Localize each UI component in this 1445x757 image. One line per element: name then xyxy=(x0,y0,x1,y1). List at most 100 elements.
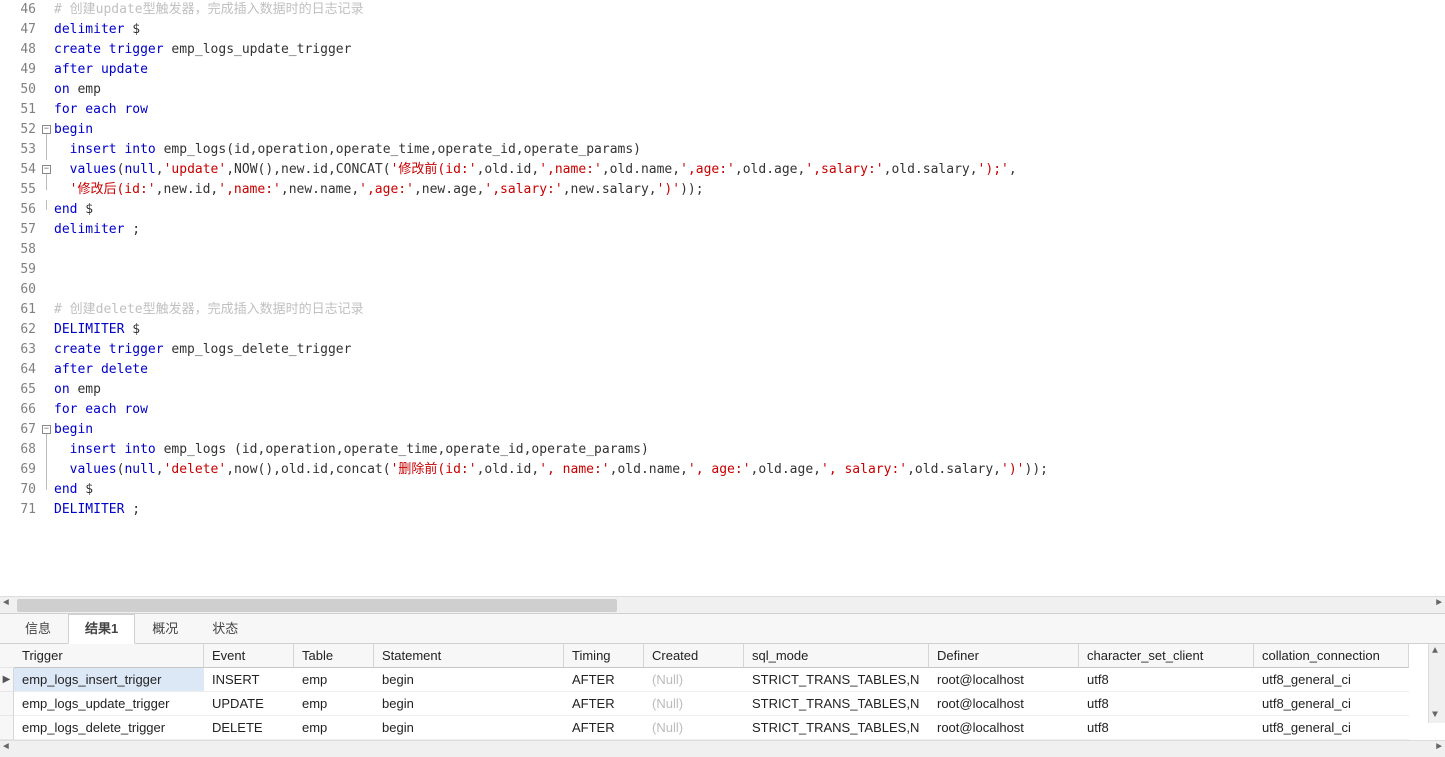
grid-vertical-scrollbar[interactable] xyxy=(1428,644,1445,723)
column-header[interactable]: Statement xyxy=(374,644,564,668)
code-line[interactable]: insert into emp_logs(id,operation,operat… xyxy=(54,140,1445,160)
code-line[interactable]: for each row xyxy=(54,100,1445,120)
code-line[interactable]: insert into emp_logs (id,operation,opera… xyxy=(54,440,1445,460)
grid-cell[interactable]: STRICT_TRANS_TABLES,N xyxy=(744,692,929,716)
code-token: for each row xyxy=(54,402,148,417)
grid-cell[interactable]: INSERT xyxy=(204,668,294,692)
editor-horizontal-scrollbar[interactable]: ► xyxy=(0,596,1445,613)
grid-horizontal-scrollbar[interactable] xyxy=(0,740,1445,757)
code-line[interactable]: end $ xyxy=(54,200,1445,220)
grid-cell[interactable]: begin xyxy=(374,716,564,740)
code-line[interactable]: after delete xyxy=(54,360,1445,380)
column-header[interactable]: Trigger xyxy=(14,644,204,668)
results-tab[interactable]: 信息 xyxy=(8,614,68,643)
fold-toggle-icon[interactable]: − xyxy=(42,165,51,174)
grid-cell[interactable]: UPDATE xyxy=(204,692,294,716)
results-grid-area: TriggerEventTableStatementTimingCreateds… xyxy=(0,644,1445,740)
line-number: 49 xyxy=(0,60,36,80)
grid-cell[interactable]: utf8_general_ci xyxy=(1254,692,1409,716)
grid-cell[interactable]: AFTER xyxy=(564,716,644,740)
fold-cell xyxy=(42,240,54,260)
code-line[interactable] xyxy=(54,240,1445,260)
grid-cell[interactable]: root@localhost xyxy=(929,716,1079,740)
grid-cell[interactable]: emp_logs_update_trigger xyxy=(14,692,204,716)
code-line[interactable]: on emp xyxy=(54,380,1445,400)
grid-cell[interactable]: emp xyxy=(294,716,374,740)
results-grid[interactable]: TriggerEventTableStatementTimingCreateds… xyxy=(0,644,1445,740)
code-token: $ xyxy=(77,202,93,217)
code-line[interactable]: # 创建delete型触发器，完成插入数据时的日志记录 xyxy=(54,300,1445,320)
code-line[interactable]: delimiter ; xyxy=(54,220,1445,240)
grid-cell[interactable]: begin xyxy=(374,692,564,716)
grid-cell[interactable]: DELETE xyxy=(204,716,294,740)
row-header[interactable] xyxy=(0,716,14,740)
results-tab[interactable]: 状态 xyxy=(195,614,255,643)
column-header[interactable]: sql_mode xyxy=(744,644,929,668)
grid-cell[interactable]: emp_logs_delete_trigger xyxy=(14,716,204,740)
grid-cell[interactable]: utf8_general_ci xyxy=(1254,716,1409,740)
grid-cell[interactable]: utf8 xyxy=(1079,692,1254,716)
column-header[interactable]: Definer xyxy=(929,644,1079,668)
code-line[interactable]: begin xyxy=(54,120,1445,140)
grid-cell[interactable]: (Null) xyxy=(644,692,744,716)
code-content[interactable]: # 创建update型触发器，完成插入数据时的日志记录delimiter $cr… xyxy=(54,0,1445,596)
grid-cell[interactable]: root@localhost xyxy=(929,668,1079,692)
code-line[interactable]: end $ xyxy=(54,480,1445,500)
grid-cell[interactable]: utf8_general_ci xyxy=(1254,668,1409,692)
code-line[interactable]: DELIMITER ; xyxy=(54,500,1445,520)
code-token: begin xyxy=(54,422,93,437)
grid-cell[interactable]: (Null) xyxy=(644,668,744,692)
code-token: ', salary:' xyxy=(821,462,907,477)
row-header[interactable]: ▶ xyxy=(0,668,14,692)
fold-cell xyxy=(42,140,54,160)
code-line[interactable]: begin xyxy=(54,420,1445,440)
grid-cell[interactable]: STRICT_TRANS_TABLES,N xyxy=(744,668,929,692)
grid-cell[interactable]: emp xyxy=(294,668,374,692)
code-token: , xyxy=(156,162,164,177)
column-header[interactable]: Table xyxy=(294,644,374,668)
fold-cell[interactable]: − xyxy=(42,420,54,440)
fold-cell[interactable]: − xyxy=(42,160,54,180)
code-line[interactable] xyxy=(54,280,1445,300)
code-line[interactable]: delimiter $ xyxy=(54,20,1445,40)
code-line[interactable]: '修改后(id:',new.id,',name:',new.name,',age… xyxy=(54,180,1445,200)
grid-cell[interactable]: utf8 xyxy=(1079,668,1254,692)
code-token: ,new.name, xyxy=(281,182,359,197)
results-tab[interactable]: 概况 xyxy=(135,614,195,643)
grid-cell[interactable]: begin xyxy=(374,668,564,692)
grid-cell[interactable]: AFTER xyxy=(564,692,644,716)
column-header[interactable]: Timing xyxy=(564,644,644,668)
code-line[interactable]: # 创建update型触发器，完成插入数据时的日志记录 xyxy=(54,0,1445,20)
column-header[interactable]: character_set_client xyxy=(1079,644,1254,668)
fold-cell[interactable]: − xyxy=(42,120,54,140)
fold-toggle-icon[interactable]: − xyxy=(42,125,51,134)
code-token: ', age:' xyxy=(688,462,751,477)
grid-cell[interactable]: utf8 xyxy=(1079,716,1254,740)
line-number: 63 xyxy=(0,340,36,360)
fold-column[interactable]: − − − xyxy=(42,0,54,596)
grid-cell[interactable]: emp xyxy=(294,692,374,716)
column-header[interactable]: Created xyxy=(644,644,744,668)
column-header[interactable]: collation_connection xyxy=(1254,644,1409,668)
code-line[interactable]: for each row xyxy=(54,400,1445,420)
grid-cell[interactable]: AFTER xyxy=(564,668,644,692)
row-header[interactable] xyxy=(0,692,14,716)
code-editor[interactable]: 4647484950515253545556575859606162636465… xyxy=(0,0,1445,596)
code-line[interactable]: on emp xyxy=(54,80,1445,100)
results-tab[interactable]: 结果1 xyxy=(68,614,135,644)
line-number: 69 xyxy=(0,460,36,480)
code-line[interactable]: values(null,'delete',now(),old.id,concat… xyxy=(54,460,1445,480)
code-line[interactable]: create trigger emp_logs_delete_trigger xyxy=(54,340,1445,360)
grid-cell[interactable]: emp_logs_insert_trigger xyxy=(14,668,204,692)
fold-cell xyxy=(42,300,54,320)
code-line[interactable]: create trigger emp_logs_update_trigger xyxy=(54,40,1445,60)
code-line[interactable]: after update xyxy=(54,60,1445,80)
grid-cell[interactable]: (Null) xyxy=(644,716,744,740)
column-header[interactable]: Event xyxy=(204,644,294,668)
code-line[interactable] xyxy=(54,260,1445,280)
grid-cell[interactable]: root@localhost xyxy=(929,692,1079,716)
grid-cell[interactable]: STRICT_TRANS_TABLES,N xyxy=(744,716,929,740)
fold-toggle-icon[interactable]: − xyxy=(42,425,51,434)
code-line[interactable]: DELIMITER $ xyxy=(54,320,1445,340)
code-line[interactable]: values(null,'update',NOW(),new.id,CONCAT… xyxy=(54,160,1445,180)
